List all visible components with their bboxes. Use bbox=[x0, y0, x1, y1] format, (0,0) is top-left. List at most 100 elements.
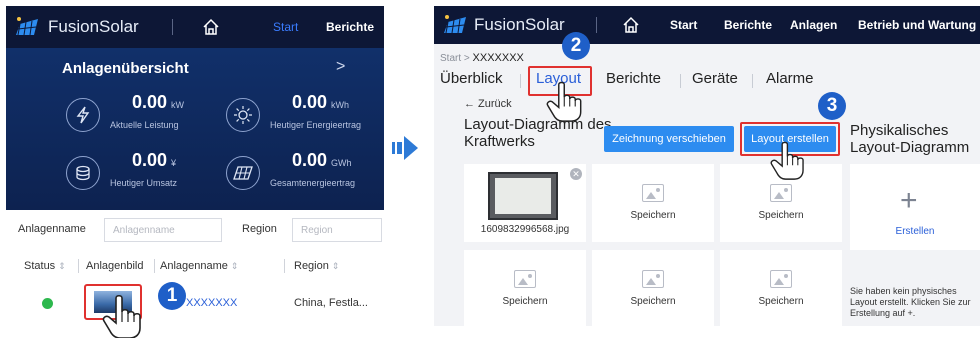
slot-label: Speichern bbox=[758, 296, 804, 307]
plant-name-input[interactable]: Anlagenname bbox=[104, 218, 222, 242]
fusionsolar-logo-icon bbox=[16, 17, 38, 36]
status-online-icon bbox=[42, 298, 53, 309]
column-plant-image: Anlagenbild bbox=[86, 260, 144, 272]
chevron-right-icon[interactable]: > bbox=[336, 58, 345, 76]
lightning-icon bbox=[66, 98, 100, 132]
divider bbox=[596, 17, 597, 33]
save-slot[interactable]: Speichern bbox=[592, 250, 714, 326]
plant-region: China, Festla... bbox=[294, 297, 368, 309]
step-badge-3: 3 bbox=[818, 92, 846, 120]
plant-overview-card: Anlagenübersicht > 0.00 kW Aktuelle Leist… bbox=[6, 48, 384, 210]
metric-label: Heutiger Energieertrag bbox=[270, 120, 362, 130]
nav-berichte[interactable]: Berichte bbox=[326, 20, 374, 34]
sort-icon: ⇕ bbox=[230, 261, 239, 271]
right-screen: FusionSolar Start Berichte Anlagen Betri… bbox=[434, 6, 980, 326]
layout-image-card[interactable]: 1609832996568.jpg bbox=[464, 164, 586, 242]
nav-start[interactable]: Start bbox=[670, 18, 697, 32]
tab-reports[interactable]: Berichte bbox=[606, 70, 661, 87]
panel-icon bbox=[226, 156, 260, 190]
column-region[interactable]: Region ⇕ bbox=[294, 260, 339, 272]
metric-label: Gesamtenergieertrag bbox=[270, 178, 356, 188]
arrow-right-icon bbox=[392, 136, 418, 160]
metric-value: 0.00 GWh bbox=[292, 150, 352, 170]
home-icon[interactable] bbox=[202, 18, 220, 36]
image-placeholder-icon bbox=[642, 270, 664, 288]
breadcrumb-root[interactable]: Start bbox=[440, 53, 461, 64]
image-placeholder-icon bbox=[642, 184, 664, 202]
region-label: Region bbox=[242, 223, 277, 235]
divider bbox=[78, 259, 79, 273]
nav-start[interactable]: Start bbox=[273, 20, 298, 34]
filter-bar: Anlagenname Anlagenname Region Region bbox=[6, 218, 384, 244]
nav-berichte[interactable]: Berichte bbox=[724, 18, 772, 32]
step-badge-1: 1 bbox=[158, 282, 186, 310]
hand-pointer-icon bbox=[770, 141, 804, 180]
table-header: Status ⇕ Anlagenbild Anlagenname ⇕ Region ⇕ bbox=[6, 254, 384, 280]
divider bbox=[752, 74, 753, 88]
solar-icon bbox=[226, 98, 260, 132]
metric-value: 0.00 kWh bbox=[292, 92, 350, 112]
column-plant-name[interactable]: Anlagenname ⇕ bbox=[160, 260, 238, 272]
top-bar: FusionSolar Start Berichte bbox=[6, 6, 384, 48]
divider bbox=[680, 74, 681, 88]
create-physical-layout-card[interactable]: + Erstellen bbox=[850, 164, 980, 250]
slot-label: Speichern bbox=[630, 210, 676, 221]
brand-name: FusionSolar bbox=[48, 17, 139, 36]
tab-overview[interactable]: Überblick bbox=[440, 70, 503, 87]
close-icon[interactable]: ✕ bbox=[570, 168, 582, 180]
image-placeholder-icon bbox=[770, 184, 792, 202]
create-label[interactable]: Erstellen bbox=[850, 226, 980, 237]
metric-value: 0.00 kW bbox=[132, 92, 185, 112]
save-slot[interactable]: Speichern bbox=[720, 250, 842, 326]
divider bbox=[154, 259, 155, 273]
slot-label: Speichern bbox=[502, 296, 548, 307]
metric-label: Aktuelle Leistung bbox=[110, 120, 179, 130]
plant-name-link[interactable]: XXXXXXX bbox=[186, 297, 237, 309]
hand-pointer-icon bbox=[546, 81, 582, 122]
home-icon[interactable] bbox=[622, 16, 640, 34]
sort-icon: ⇕ bbox=[331, 261, 340, 271]
no-layout-hint: Sie haben kein physisches Layout erstell… bbox=[850, 286, 971, 318]
metric-daily-yield: 0.00 kWh Heutiger Energieertrag bbox=[226, 92, 406, 142]
fusionsolar-logo-icon bbox=[444, 15, 466, 34]
overview-title: Anlagenübersicht bbox=[62, 60, 189, 77]
move-drawing-button[interactable]: Zeichnung verschieben bbox=[604, 126, 734, 152]
divider bbox=[172, 19, 173, 35]
sort-icon: ⇕ bbox=[58, 261, 66, 271]
photo-filename: 1609832996568.jpg bbox=[480, 224, 570, 235]
metric-label: Heutiger Umsatz bbox=[110, 178, 178, 188]
metric-value: 0.00 ¥ bbox=[132, 150, 177, 170]
hand-pointer-icon bbox=[102, 294, 141, 338]
divider bbox=[284, 259, 285, 273]
layout-photo bbox=[488, 172, 558, 220]
step-badge-2: 2 bbox=[562, 32, 590, 60]
breadcrumb-separator: > bbox=[463, 53, 470, 64]
back-link[interactable]: ← Zurück bbox=[464, 98, 512, 110]
metric-total-yield: 0.00 GWh Gesamtenergieertrag bbox=[226, 150, 406, 200]
save-slot[interactable]: Speichern bbox=[592, 164, 714, 242]
metric-daily-revenue: 0.00 ¥ Heutiger Umsatz bbox=[66, 150, 246, 200]
left-screen: FusionSolar Start Berichte Anlagenübersi… bbox=[6, 6, 384, 338]
breadcrumb-current: XXXXXXX bbox=[472, 52, 524, 64]
brand-name: FusionSolar bbox=[474, 15, 565, 34]
image-placeholder-icon bbox=[770, 270, 792, 288]
save-slot[interactable]: Speichern bbox=[464, 250, 586, 326]
plus-icon[interactable]: + bbox=[900, 186, 918, 216]
coins-icon bbox=[66, 156, 100, 190]
layout-diagram-title: Layout-Diagramm des Kraftwerks bbox=[464, 116, 612, 150]
nav-anlagen[interactable]: Anlagen bbox=[790, 18, 837, 32]
tab-alarms[interactable]: Alarme bbox=[766, 70, 814, 87]
top-bar: FusionSolar Start Berichte Anlagen Betri… bbox=[434, 6, 980, 44]
divider bbox=[520, 74, 521, 88]
instruction-figure: FusionSolar Start Berichte Anlagenübersi… bbox=[0, 0, 980, 343]
table-row[interactable]: XXXXXXX China, Festla... bbox=[6, 284, 384, 320]
physical-layout-title: Physikalisches Layout-Diagramm bbox=[850, 122, 970, 156]
slot-label: Speichern bbox=[758, 210, 804, 221]
tab-devices[interactable]: Geräte bbox=[692, 70, 738, 87]
column-status[interactable]: Status ⇕ bbox=[24, 260, 66, 272]
metric-current-power: 0.00 kW Aktuelle Leistung bbox=[66, 92, 246, 142]
image-placeholder-icon bbox=[514, 270, 536, 288]
nav-betrieb-wartung[interactable]: Betrieb und Wartung bbox=[858, 18, 976, 32]
breadcrumb: Start > XXXXXXX bbox=[440, 52, 524, 64]
region-input[interactable]: Region bbox=[292, 218, 382, 242]
